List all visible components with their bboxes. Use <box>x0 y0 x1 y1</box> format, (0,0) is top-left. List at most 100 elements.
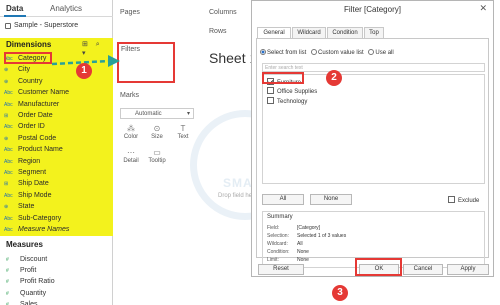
tab-data[interactable]: Data <box>6 4 23 13</box>
mark-type-value: Automatic <box>135 111 162 117</box>
dimension-field[interactable]: Abc Segment <box>4 167 46 178</box>
dimensions-title: Dimensions <box>6 40 52 49</box>
summary-key: Limit: <box>267 257 279 263</box>
close-icon[interactable]: ✕ <box>479 3 487 14</box>
measure-field-label: Sales <box>20 300 38 305</box>
measure-field-label: Discount <box>20 256 48 263</box>
dimension-field[interactable]: Abc Ship Mode <box>4 190 51 201</box>
measure-field[interactable]: # Profit <box>6 265 36 276</box>
measure-field[interactable]: # Profit Ratio <box>6 276 55 287</box>
detail-icon: ⋯ <box>127 148 135 157</box>
dimension-field-label: Measure Names <box>18 226 70 233</box>
dimension-field[interactable]: ⊕ Postal Code <box>4 133 56 144</box>
dimension-field[interactable]: ⊕ Country <box>4 76 43 87</box>
dimension-field[interactable]: ⊞ Ship Date <box>4 178 49 189</box>
reset-button[interactable]: Reset <box>258 264 304 275</box>
none-button[interactable]: None <box>310 194 352 205</box>
dimension-field-label: Order ID <box>18 123 45 131</box>
checkbox-icon <box>448 196 455 203</box>
radio-custom-value-list-label: Custom value list <box>318 50 364 56</box>
dimension-field[interactable]: Abc Sub-Category <box>4 213 61 224</box>
list-item-label: Technology <box>277 99 308 105</box>
dimension-field-label: City <box>18 66 31 74</box>
summary-key: Wildcard: <box>267 241 288 247</box>
tab-wildcard[interactable]: Wildcard <box>292 27 326 38</box>
measure-field[interactable]: # Sales <box>6 299 38 305</box>
dimension-field[interactable]: Abc Product Name <box>4 144 63 155</box>
field-type-icon: ⊕ <box>4 78 9 85</box>
field-type-icon: Abc <box>4 101 13 108</box>
dimension-field-label: Region <box>18 157 41 165</box>
dimension-field[interactable]: Abc Order ID <box>4 121 45 132</box>
marks-button-color[interactable]: ⁂ Color <box>120 123 142 145</box>
marks-card-label: Marks <box>120 92 140 99</box>
dimension-field-label: Order Date <box>18 112 53 119</box>
measures-title: Measures <box>6 240 43 249</box>
marks-button-label: Text <box>177 134 189 140</box>
marks-button-label: Tooltip <box>148 158 166 164</box>
dimension-field[interactable]: Abc Manufacturer <box>4 99 59 110</box>
dialog-title: Filter [Category] <box>344 5 401 14</box>
exclude-checkbox[interactable]: Exclude <box>448 196 479 204</box>
radio-custom-value-list[interactable]: Custom value list <box>311 49 364 56</box>
dimension-field[interactable]: Abc Region <box>4 156 40 167</box>
color-icon: ⁂ <box>127 124 135 133</box>
exclude-label: Exclude <box>458 198 480 204</box>
list-item-technology[interactable]: Technology <box>267 97 307 106</box>
list-item-label: Office Supplies <box>277 89 318 95</box>
tab-condition[interactable]: Condition <box>327 27 363 38</box>
summary-row: Limit: None <box>267 257 309 263</box>
cancel-button[interactable]: Cancel <box>403 264 443 275</box>
radio-select-from-list-label: Select from list <box>267 50 307 56</box>
summary-row: Selection: Selected 1 of 3 values <box>267 233 346 239</box>
summary-key: Field: <box>267 225 280 231</box>
text-icon: T <box>180 124 186 133</box>
field-type-icon: Abc <box>4 124 13 131</box>
marks-button-size[interactable]: ⊙ Size <box>146 123 168 145</box>
field-type-icon: # <box>6 301 9 305</box>
dimension-field[interactable]: Abc Customer Name <box>4 87 69 98</box>
tab-analytics[interactable]: Analytics <box>50 4 82 13</box>
mark-type-select[interactable]: Automatic ▾ <box>120 108 194 119</box>
measure-field[interactable]: # Quantity <box>6 288 46 299</box>
marks-button-detail[interactable]: ⋯ Detail <box>120 147 142 169</box>
summary-row: Wildcard: All <box>267 241 303 247</box>
data-source[interactable]: Sample - Superstore <box>2 20 111 32</box>
marks-button-text[interactable]: T Text <box>172 123 194 145</box>
field-type-icon: ⊞ <box>4 113 9 119</box>
dimension-field-label: State <box>18 203 35 211</box>
dimension-field[interactable]: ⊕ City <box>4 64 30 75</box>
summary-row: Field: [Category] <box>267 225 320 231</box>
radio-select-from-list[interactable]: Select from list <box>260 49 307 56</box>
summary-value: None <box>297 249 309 255</box>
all-button[interactable]: All <box>262 194 304 205</box>
list-item-office-supplies[interactable]: Office Supplies <box>267 87 317 96</box>
tooltip-icon: ▭ <box>153 148 161 157</box>
radio-on-icon <box>260 49 266 55</box>
field-type-icon: ⊞ <box>4 181 9 188</box>
search-input[interactable]: Enter search text <box>262 63 485 72</box>
radio-use-all-label: Use all <box>375 50 394 56</box>
step-badge-1: 1 <box>76 63 92 79</box>
dimension-field-label: Ship Date <box>18 180 49 188</box>
dimension-field-label: Segment <box>18 169 47 176</box>
active-tab-indicator <box>4 15 26 17</box>
measure-field-label: Profit Ratio <box>20 278 55 286</box>
marks-button-label: Color <box>123 134 139 140</box>
value-list: Furniture Office Supplies Technology <box>262 74 485 184</box>
dimension-field-label: Sub-Category <box>18 214 62 222</box>
marks-button-tooltip[interactable]: ▭ Tooltip <box>146 147 168 169</box>
dimension-field[interactable]: ⊕ State <box>4 201 34 212</box>
dimension-field-label: Customer Name <box>18 89 69 97</box>
dimension-field[interactable]: Abc Measure Names <box>4 224 69 235</box>
radio-off-icon <box>368 49 375 55</box>
dimension-field-label: Ship Mode <box>18 191 52 199</box>
dimension-field[interactable]: ⊞ Order Date <box>4 110 53 121</box>
tab-top[interactable]: Top <box>364 27 384 38</box>
field-type-icon: Abc <box>4 90 13 97</box>
size-icon: ⊙ <box>153 124 161 133</box>
apply-button[interactable]: Apply <box>447 264 489 275</box>
measure-field[interactable]: # Discount <box>6 254 47 265</box>
chevron-down-icon: ▾ <box>186 111 190 117</box>
radio-use-all[interactable]: Use all <box>368 49 394 56</box>
